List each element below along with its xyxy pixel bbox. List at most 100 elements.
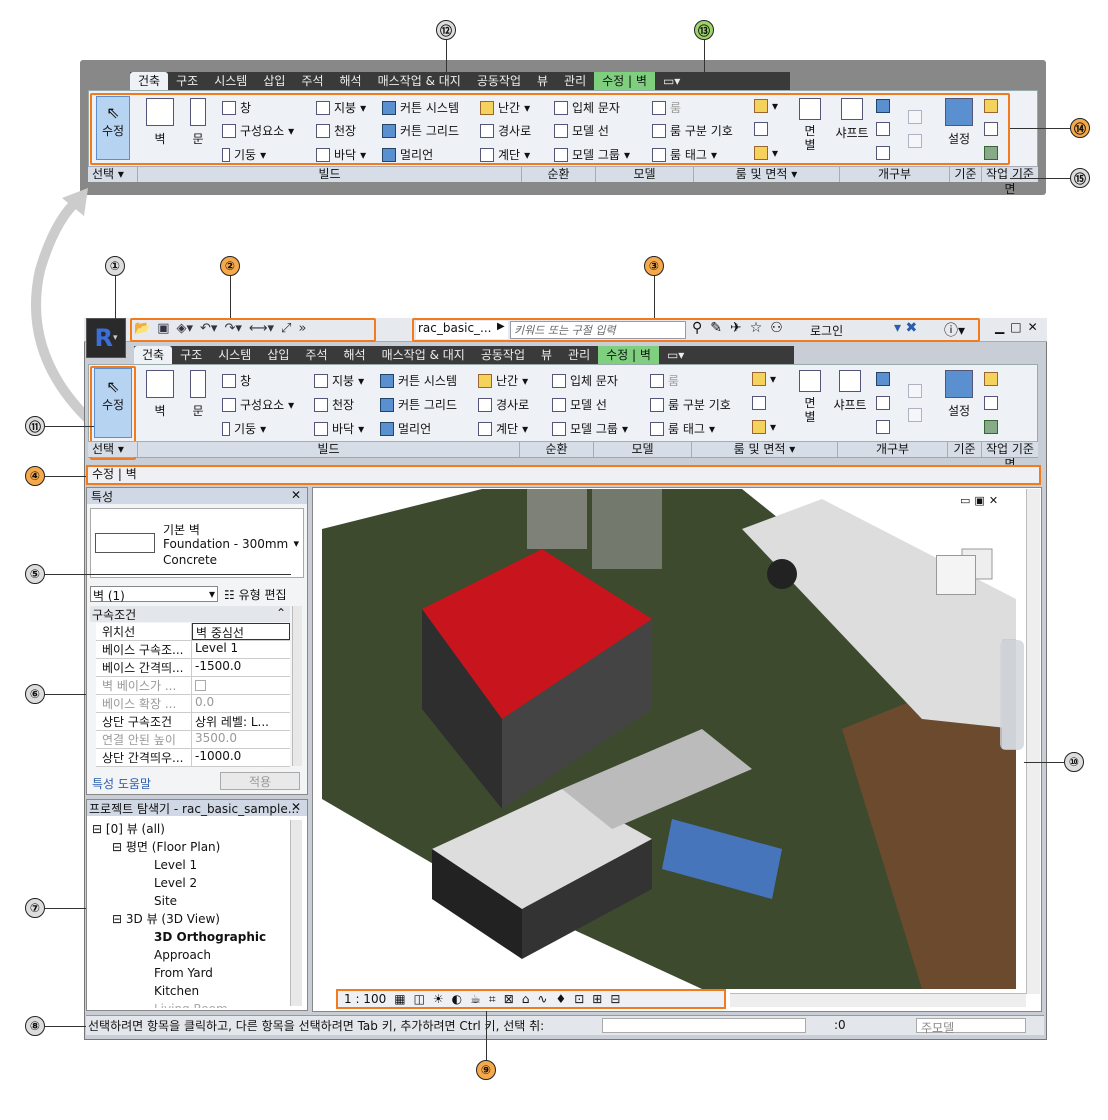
model-text-button[interactable]: 입체 문자: [552, 372, 618, 389]
tab-architecture[interactable]: 건축: [130, 72, 169, 90]
tree-node-approach[interactable]: Approach: [92, 946, 288, 964]
collapse-icon[interactable]: ⊟: [112, 840, 122, 854]
ribbon-minimize-toggle[interactable]: ▭▾: [655, 72, 688, 90]
tab-modify-wall[interactable]: 수정 | 벽: [598, 346, 659, 364]
edit-type-button[interactable]: ☷ 유형 편집: [224, 586, 287, 603]
area-tag-button[interactable]: ▾: [752, 420, 776, 434]
temp-view-props-icon[interactable]: ⊡: [574, 992, 584, 1006]
tab-systems[interactable]: 시스템: [206, 72, 255, 90]
ramp-button[interactable]: 경사로: [478, 396, 529, 413]
area-boundary-button[interactable]: [752, 396, 766, 410]
roof-button[interactable]: 지붕 ▾: [314, 372, 364, 389]
level-button[interactable]: [908, 384, 922, 398]
column-button[interactable]: 기둥 ▾: [222, 420, 266, 437]
tab-analyze[interactable]: 해석: [332, 72, 370, 90]
visual-style-icon[interactable]: ◫: [414, 992, 425, 1006]
view-scale[interactable]: 1 : 100: [344, 992, 386, 1006]
maximize-icon[interactable]: ▣: [974, 494, 984, 507]
wall-button[interactable]: 벽: [144, 370, 176, 419]
tree-node-level-2[interactable]: Level 2: [92, 874, 288, 892]
curtain-system-button[interactable]: 커튼 시스템: [380, 372, 457, 389]
tab-systems[interactable]: 시스템: [210, 346, 259, 364]
prop-value[interactable]: 3500.0: [192, 731, 290, 748]
maximize-icon[interactable]: □: [1010, 320, 1021, 334]
panel-room-area-label[interactable]: 룸 및 면적 ▾: [692, 442, 838, 457]
tab-analyze[interactable]: 해석: [336, 346, 374, 364]
select-dropdown[interactable]: 선택 ▾: [88, 442, 138, 457]
browser-scrollbar[interactable]: [290, 820, 302, 1006]
tab-collaborate[interactable]: 공동작업: [473, 346, 533, 364]
tree-node-from-yard[interactable]: From Yard: [92, 964, 288, 982]
collapse-icon[interactable]: ⊟: [92, 822, 102, 836]
dormer-opening-button[interactable]: [876, 420, 890, 434]
tree-node-level-1[interactable]: Level 1: [92, 856, 288, 874]
room-button[interactable]: 룸: [650, 372, 679, 389]
mullion-button[interactable]: 멀리언: [380, 420, 431, 437]
tab-structure[interactable]: 구조: [172, 346, 210, 364]
analytical-model-icon[interactable]: ⊞: [592, 992, 602, 1006]
viewer-button[interactable]: [984, 420, 998, 434]
tab-manage[interactable]: 관리: [560, 346, 598, 364]
model-group-button[interactable]: 모델 그룹 ▾: [552, 420, 628, 437]
navigation-bar[interactable]: [1000, 640, 1024, 750]
collapse-icon[interactable]: ⊟: [112, 912, 122, 926]
tree-node-kitchen[interactable]: Kitchen: [92, 982, 288, 1000]
prop-value[interactable]: -1500.0: [192, 659, 290, 676]
room-separator-button[interactable]: 룸 구분 기호: [650, 396, 731, 413]
prop-value[interactable]: 상위 레벨: L...: [192, 713, 290, 730]
temp-hide-icon[interactable]: ∿: [537, 992, 547, 1006]
floor-button[interactable]: 바닥 ▾: [314, 420, 364, 437]
prop-value[interactable]: -1000.0: [192, 749, 290, 766]
tab-insert[interactable]: 삽입: [259, 346, 297, 364]
wall-opening-button[interactable]: [876, 372, 890, 386]
ribbon-minimize-toggle[interactable]: ▭▾: [659, 346, 692, 364]
set-workplane-button[interactable]: 설정: [942, 370, 976, 419]
properties-scrollbar[interactable]: [292, 606, 302, 766]
show-workplane-button[interactable]: [984, 372, 998, 386]
vertical-opening-button[interactable]: [876, 396, 890, 410]
ref-plane-button[interactable]: [984, 396, 998, 410]
tree-node-views[interactable]: ⊟ [0] 뷰 (all): [92, 820, 288, 838]
tab-collaborate[interactable]: 공동작업: [469, 72, 529, 90]
close-icon[interactable]: ✕: [1028, 320, 1038, 334]
ceiling-button[interactable]: 천장: [314, 396, 354, 413]
close-icon[interactable]: ✕: [291, 488, 301, 502]
railing-button[interactable]: 난간 ▾: [478, 372, 528, 389]
tab-manage[interactable]: 관리: [556, 72, 594, 90]
tab-architecture[interactable]: 건축: [134, 346, 173, 364]
tab-view[interactable]: 뷰: [529, 72, 556, 90]
minimize-icon[interactable]: ▭: [960, 494, 970, 507]
rendering-icon[interactable]: ☕: [470, 992, 481, 1006]
prop-value[interactable]: 0.0: [192, 695, 290, 712]
properties-help-link[interactable]: 특성 도움말: [92, 775, 151, 792]
app-menu-button[interactable]: R ▾: [86, 318, 126, 358]
tree-node-living-room[interactable]: Living Room: [92, 1000, 288, 1008]
apply-button[interactable]: 적용: [220, 772, 300, 790]
tab-annotate[interactable]: 주석: [297, 346, 335, 364]
vertical-scrollbar[interactable]: [1026, 489, 1040, 994]
constraints-section[interactable]: 구속조건 ⌃: [90, 606, 290, 622]
tree-node-site[interactable]: Site: [92, 892, 288, 910]
horizontal-scrollbar[interactable]: [730, 993, 1026, 1007]
tree-node-3d-orthographic[interactable]: 3D Orthographic: [92, 928, 288, 946]
shaft-button[interactable]: 샤프트: [830, 370, 870, 413]
show-crop-icon[interactable]: ⊠: [504, 992, 514, 1006]
shadows-icon[interactable]: ◐: [452, 992, 462, 1006]
tab-modify-wall[interactable]: 수정 | 벽: [594, 72, 655, 90]
detail-level-icon[interactable]: ▦: [394, 992, 405, 1006]
3d-model-view[interactable]: [322, 489, 1016, 989]
close-icon[interactable]: ✕: [989, 494, 998, 507]
window-button[interactable]: 창: [222, 372, 251, 389]
view-cube[interactable]: [936, 555, 976, 595]
workset-dropdown[interactable]: [602, 1018, 806, 1033]
area-button[interactable]: ▾: [752, 372, 776, 386]
grid-button[interactable]: [908, 408, 922, 422]
by-face-button[interactable]: 면 별: [796, 370, 824, 424]
type-selector[interactable]: 기본 벽 Foundation - 300mm Concrete ▾: [90, 508, 304, 578]
tab-structure[interactable]: 구조: [168, 72, 206, 90]
tab-massing[interactable]: 매스작업 & 대지: [374, 346, 473, 364]
close-icon[interactable]: ✕: [291, 800, 301, 814]
reveal-hidden-icon[interactable]: ♦: [555, 992, 566, 1006]
room-tag-button[interactable]: 룸 태그 ▾: [650, 420, 715, 437]
tab-massing[interactable]: 매스작업 & 대지: [370, 72, 469, 90]
